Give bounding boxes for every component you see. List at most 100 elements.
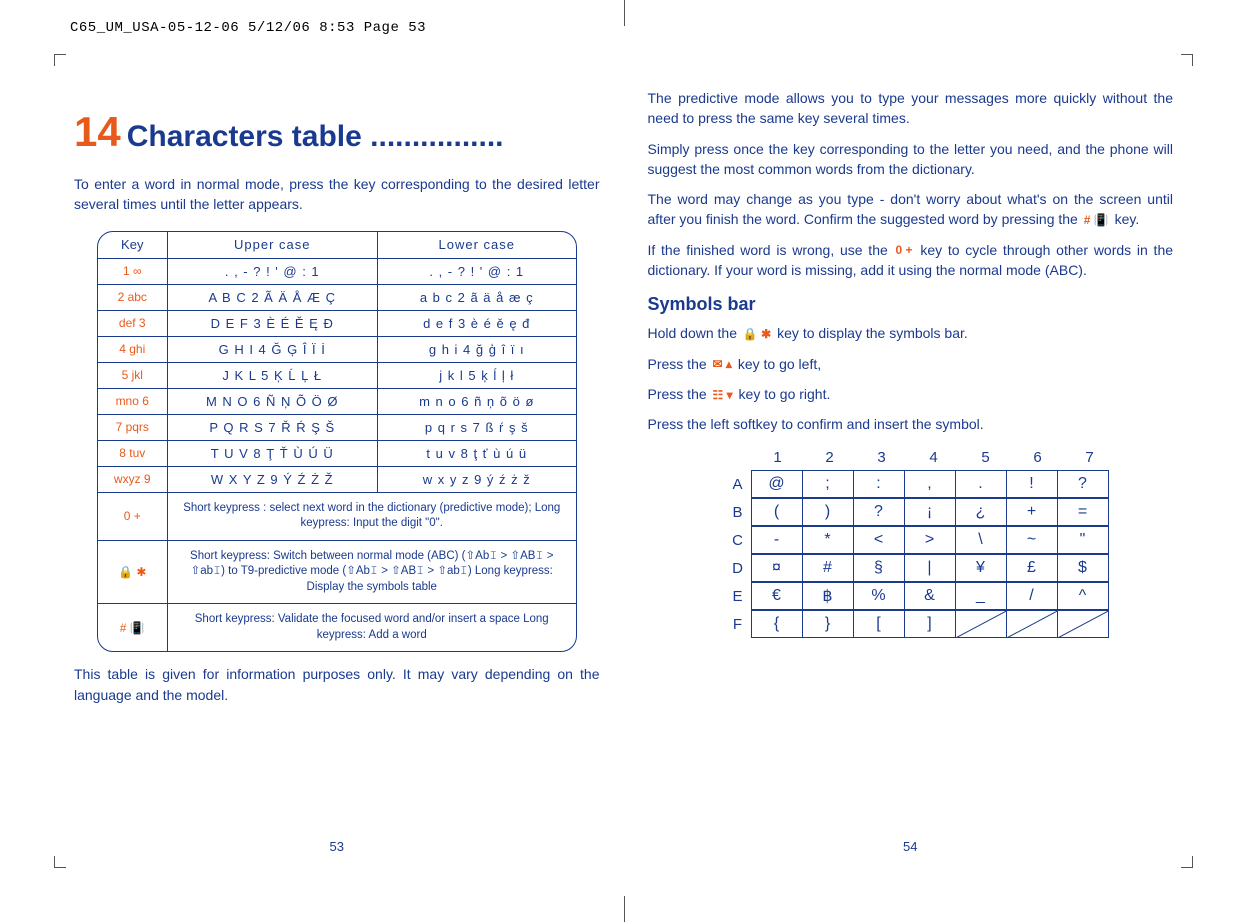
text-run: Press the <box>648 386 707 402</box>
page-number-left: 53 <box>74 839 600 854</box>
page-number-right: 54 <box>648 839 1174 854</box>
upper-cell: W X Y Z 9 Ý Ź Ż Ž <box>168 467 378 492</box>
lock-star-key-icon: 🔒 ✱ <box>741 326 773 343</box>
grid-cell: , <box>904 470 956 498</box>
key-cell: 4 ghi <box>98 337 168 362</box>
grid-row: E€฿%&_/^ <box>724 583 1150 611</box>
key-cell: # 📳 <box>98 604 168 651</box>
grid-cell: ~ <box>1006 526 1058 554</box>
text-run: Hold down the <box>648 325 738 341</box>
note-cell: Short keypress: Validate the focused wor… <box>168 604 576 651</box>
key-cell: 🔒 ✱ <box>98 541 168 604</box>
grid-cell: % <box>853 582 905 610</box>
key-cell: def 3 <box>98 311 168 336</box>
grid-cell: ) <box>802 498 854 526</box>
lower-cell: j k l 5 ķ ĺ ļ ł <box>378 363 576 388</box>
grid-cell: @ <box>751 470 803 498</box>
lower-cell: d e f 3 è é ě ę đ <box>378 311 576 336</box>
lower-cell: . , - ? ! ' @ : 1 <box>378 259 576 284</box>
table-row: 1 ∞ . , - ? ! ' @ : 1 . , - ? ! ' @ : 1 <box>98 258 576 284</box>
grid-cell <box>1057 610 1109 638</box>
grid-cell: # <box>802 554 854 582</box>
upper-cell: D E F 3 È É Ě Ę Đ <box>168 311 378 336</box>
chapter-heading: 14 Characters table ................ <box>74 108 600 156</box>
text-run: key to go right. <box>739 386 831 402</box>
lower-cell: t u v 8 ţ ť ù ú ü <box>378 441 576 466</box>
grid-cell <box>955 610 1007 638</box>
table-row: 5 jkl J K L 5 Ķ Ĺ Ļ Ł j k l 5 ķ ĺ ļ ł <box>98 362 576 388</box>
lower-cell: w x y z 9 ý ź ż ž <box>378 467 576 492</box>
grid-col-label: 5 <box>960 445 1012 471</box>
key-cell: 2 abc <box>98 285 168 310</box>
grid-col-label: 3 <box>856 445 908 471</box>
lower-cell: m n o 6 ñ ņ õ ö ø <box>378 389 576 414</box>
key-cell: 7 pqrs <box>98 415 168 440</box>
col-key: Key <box>98 232 168 258</box>
table-note-row: 0 + Short keypress : select next word in… <box>98 492 576 540</box>
grid-cell: " <box>1057 526 1109 554</box>
upper-cell: G H I 4 Ğ Ģ Î Ï İ <box>168 337 378 362</box>
grid-cell: $ <box>1057 554 1109 582</box>
grid-cell: . <box>955 470 1007 498</box>
grid-cell: ¡ <box>904 498 956 526</box>
grid-cell: / <box>1006 582 1058 610</box>
table-row: 4 ghi G H I 4 Ğ Ģ Î Ï İ g h i 4 ğ ģ î ï … <box>98 336 576 362</box>
table-row: wxyz 9 W X Y Z 9 Ý Ź Ż Ž w x y z 9 ý ź ż… <box>98 466 576 492</box>
upper-cell: . , - ? ! ' @ : 1 <box>168 259 378 284</box>
upper-cell: P Q R S 7 Ř Ŕ Ş Š <box>168 415 378 440</box>
table-header: Key Upper case Lower case <box>98 232 576 258</box>
grid-cell: ? <box>1057 470 1109 498</box>
upper-cell: A B C 2 Ã Ä Å Æ Ç <box>168 285 378 310</box>
grid-cell: ! <box>1006 470 1058 498</box>
upper-cell: J K L 5 Ķ Ĺ Ļ Ł <box>168 363 378 388</box>
intro-text: To enter a word in normal mode, press th… <box>74 174 600 215</box>
text-run: key to display the symbols bar. <box>777 325 968 341</box>
text-run: key to go left, <box>738 356 821 372</box>
symbols-heading: Symbols bar <box>648 294 1174 315</box>
grid-cell: ? <box>853 498 905 526</box>
grid-row-label: B <box>724 499 752 527</box>
chapter-number: 14 <box>74 108 121 156</box>
lower-cell: p q r s 7 ß ŕ ş š <box>378 415 576 440</box>
text-run: If the finished word is wrong, use the <box>648 242 888 258</box>
symbols-line: Press the left softkey to confirm and in… <box>648 414 1174 434</box>
grid-row-label: C <box>724 527 752 555</box>
paragraph: If the finished word is wrong, use the 0… <box>648 240 1174 281</box>
paragraph: The predictive mode allows you to type y… <box>648 88 1174 129</box>
table-note-row: # 📳 Short keypress: Validate the focused… <box>98 603 576 651</box>
symbols-line: Press the ☷ ▾ key to go right. <box>648 384 1174 404</box>
grid-cell: \ <box>955 526 1007 554</box>
grid-cell: ¥ <box>955 554 1007 582</box>
grid-cell: £ <box>1006 554 1058 582</box>
key-cell: 1 ∞ <box>98 259 168 284</box>
grid-cell <box>1006 610 1058 638</box>
grid-cell: ] <box>904 610 956 638</box>
grid-row-label: F <box>724 611 752 639</box>
grid-cell: § <box>853 554 905 582</box>
grid-cell: ¤ <box>751 554 803 582</box>
grid-row: A@;:,.!? <box>724 471 1150 499</box>
grid-cell: { <box>751 610 803 638</box>
grid-row: C-*<>\~" <box>724 527 1150 555</box>
characters-table: Key Upper case Lower case 1 ∞ . , - ? ! … <box>97 231 577 653</box>
key-cell: mno 6 <box>98 389 168 414</box>
grid-cell: ( <box>751 498 803 526</box>
grid-cell: = <box>1057 498 1109 526</box>
page-spread: 14 Characters table ................ To … <box>74 88 1173 852</box>
hash-key-icon: # 📳 <box>1082 212 1111 229</box>
lower-cell: a b c 2 ã ä å æ ç <box>378 285 576 310</box>
col-lower: Lower case <box>378 232 576 258</box>
grid-row: D¤#§|¥£$ <box>724 555 1150 583</box>
book-down-key-icon: ☷ ▾ <box>711 387 735 404</box>
lower-cell: g h i 4 ğ ģ î ï ı <box>378 337 576 362</box>
grid-row: B()?¡¿+= <box>724 499 1150 527</box>
grid-cell: € <box>751 582 803 610</box>
table-row: 2 abc A B C 2 Ã Ä Å Æ Ç a b c 2 ã ä å æ … <box>98 284 576 310</box>
grid-col-label: 6 <box>1012 445 1064 471</box>
note-cell: Short keypress : select next word in the… <box>168 493 576 540</box>
grid-col-label: 7 <box>1064 445 1116 471</box>
paragraph: Simply press once the key corresponding … <box>648 139 1174 180</box>
grid-cell: ฿ <box>802 582 854 610</box>
grid-cell: _ <box>955 582 1007 610</box>
key-cell: 8 tuv <box>98 441 168 466</box>
